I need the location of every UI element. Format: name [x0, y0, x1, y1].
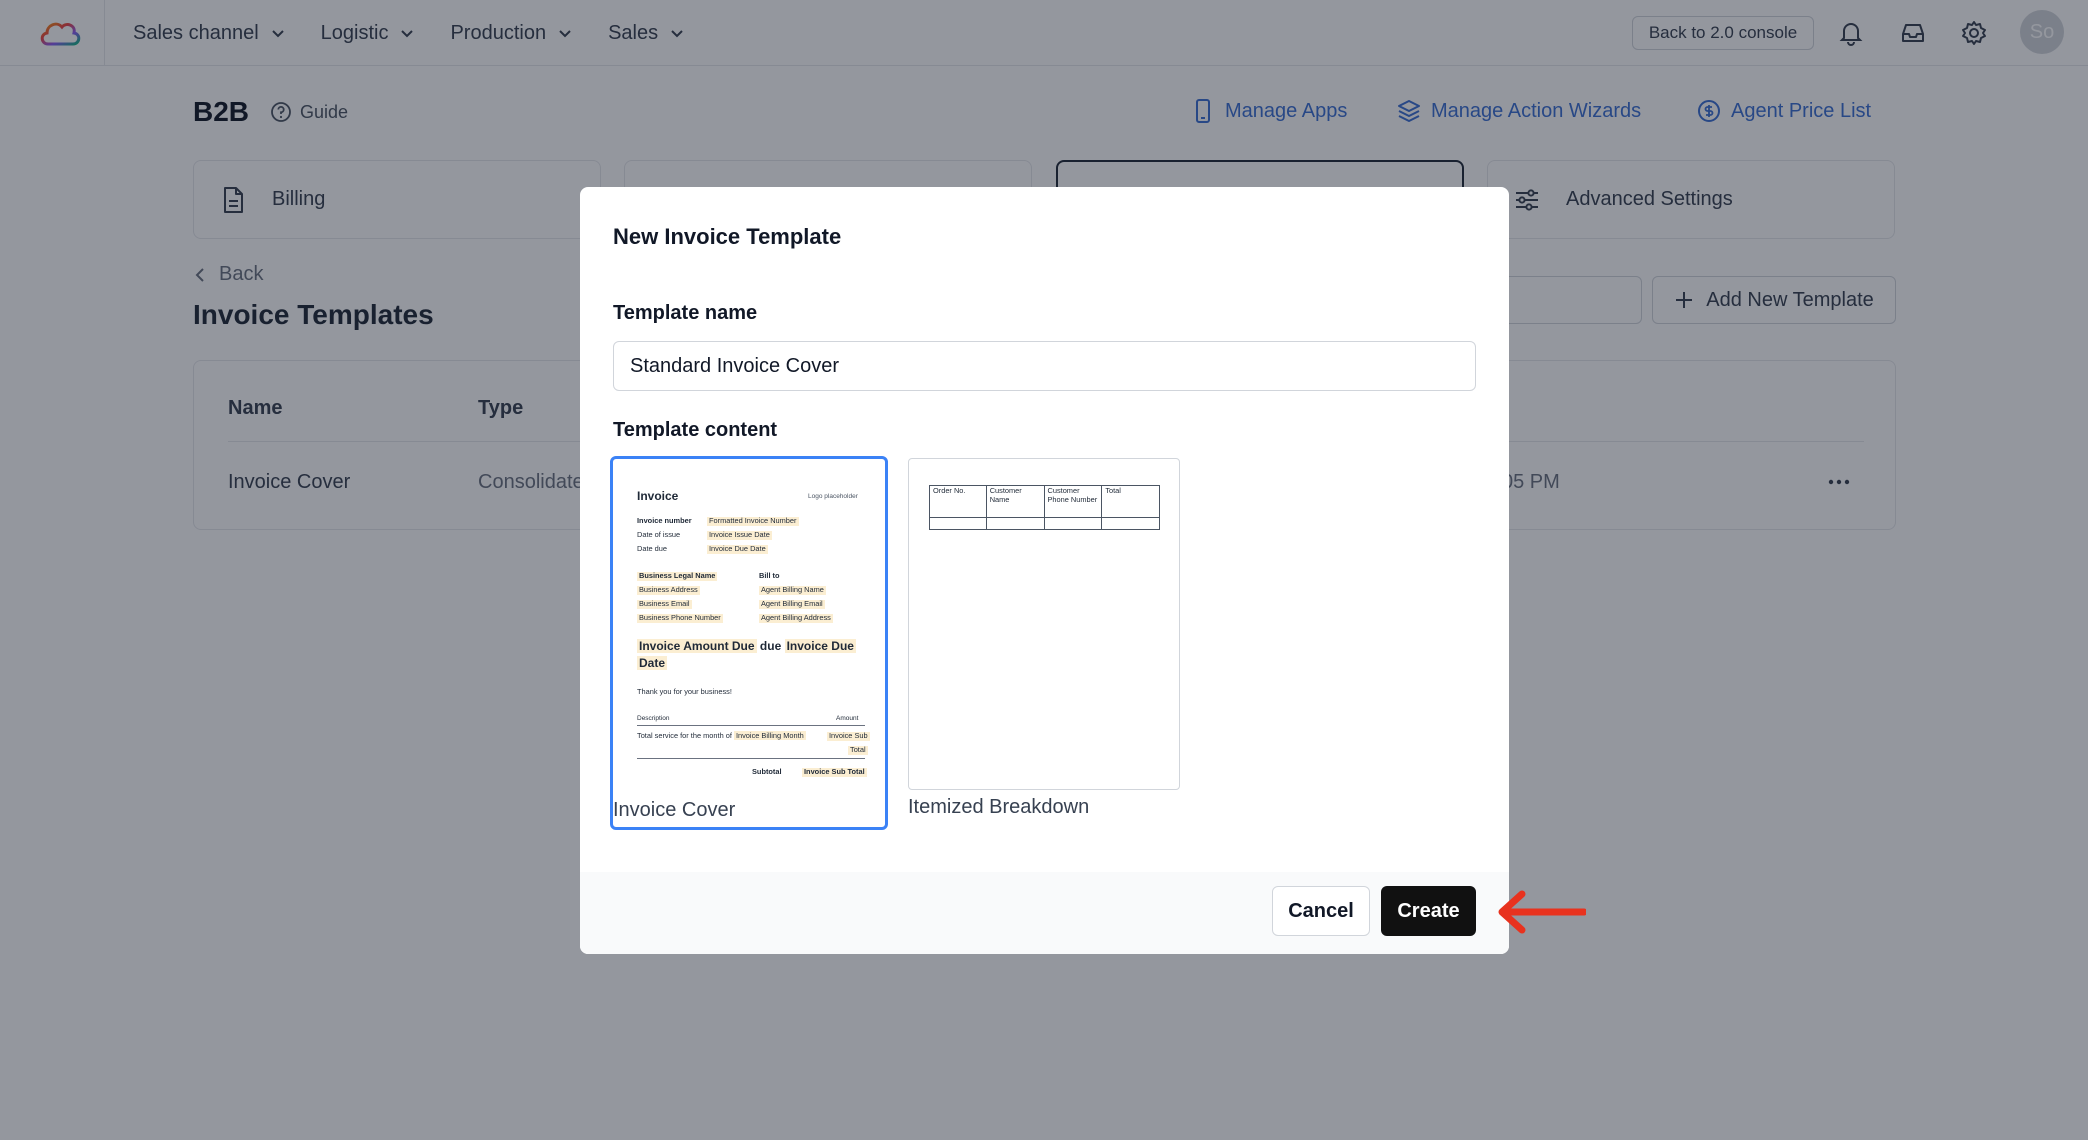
preview-placeholder: Invoice Amount Due: [637, 639, 757, 653]
preview-placeholder: Agent Billing Name: [759, 585, 826, 595]
cancel-button[interactable]: Cancel: [1272, 886, 1370, 936]
preview-placeholder: Agent Billing Address: [759, 613, 833, 623]
preview-placeholder: Business Address: [637, 585, 700, 595]
preview-rule: [637, 758, 865, 759]
itemized-breakdown-thumbnail: Order No. Customer Name Customer Phone N…: [908, 458, 1180, 790]
preview-table-cell: [929, 517, 987, 530]
create-button[interactable]: Create: [1381, 886, 1476, 936]
preview-placeholder: Agent Billing Email: [759, 599, 825, 609]
preview-placeholder: Formatted Invoice Number: [707, 516, 799, 526]
preview-table-header: Order No.: [929, 485, 987, 518]
preview-placeholder: Invoice Due Date: [707, 544, 768, 554]
preview-placeholder: Business Phone Number: [637, 613, 723, 623]
template-option-label: Itemized Breakdown: [908, 796, 1090, 818]
preview-text: Thank you for your business!: [637, 687, 732, 696]
preview-table-header: Customer Phone Number: [1043, 485, 1103, 518]
invoice-cover-thumbnail: Invoice Logo placeholder Invoice number …: [615, 461, 883, 793]
preview-text: Total service for the month of: [637, 731, 734, 740]
dialog-title: New Invoice Template: [613, 224, 842, 249]
preview-table-cell: [1043, 517, 1103, 530]
preview-text: due: [756, 639, 785, 653]
template-name-input[interactable]: [613, 341, 1476, 391]
preview-text: Subtotal: [752, 767, 782, 776]
preview-logo-placeholder: Logo placeholder: [808, 493, 858, 500]
preview-placeholder: Invoice Billing Month: [733, 731, 806, 740]
preview-placeholder: Business Email: [637, 599, 692, 609]
itemized-preview-table: Order No. Customer Name Customer Phone N…: [929, 485, 1160, 530]
template-name-label: Template name: [613, 302, 758, 324]
arrow-left-icon: [1490, 884, 1586, 940]
preview-placeholder: Date: [637, 656, 668, 671]
preview-table-cell: [1101, 517, 1160, 530]
preview-placeholder: Invoice Sub: [827, 731, 870, 741]
preview-text: Invoice number: [637, 516, 692, 525]
preview-text: Date of issue: [637, 530, 681, 539]
preview-text: Date due: [637, 544, 667, 553]
invoice-preview: Invoice Logo placeholder Invoice number …: [615, 461, 883, 791]
preview-placeholder: Invoice Due: [784, 639, 856, 653]
new-invoice-template-dialog: New Invoice Template Template name Templ…: [580, 187, 1509, 954]
template-option-label: Invoice Cover: [613, 799, 736, 821]
preview-rule: [637, 725, 865, 726]
preview-amount-due: Invoice Amount Due due Invoice Due Date: [637, 638, 856, 673]
preview-table-header: Customer Name: [985, 485, 1045, 518]
preview-placeholder: Invoice Sub Total: [802, 767, 867, 777]
preview-text: Amount: [836, 715, 859, 722]
dialog-footer: Cancel Create: [580, 872, 1509, 954]
preview-text: Description: [637, 715, 670, 722]
preview-text: Bill to: [759, 571, 780, 580]
preview-service-line: Total service for the month of Invoice B…: [637, 731, 806, 741]
template-option-itemized-breakdown[interactable]: Order No. Customer Name Customer Phone N…: [908, 458, 1186, 832]
preview-table-cell: [985, 517, 1045, 530]
template-content-label: Template content: [613, 419, 778, 441]
preview-placeholder: Invoice Issue Date: [707, 530, 772, 540]
preview-title: Invoice: [637, 489, 679, 503]
preview-placeholder: Total: [848, 745, 868, 755]
preview-table-header: Total: [1101, 485, 1160, 518]
template-option-invoice-cover[interactable]: Invoice Logo placeholder Invoice number …: [610, 456, 888, 830]
preview-placeholder: Business Legal Name: [637, 571, 718, 581]
